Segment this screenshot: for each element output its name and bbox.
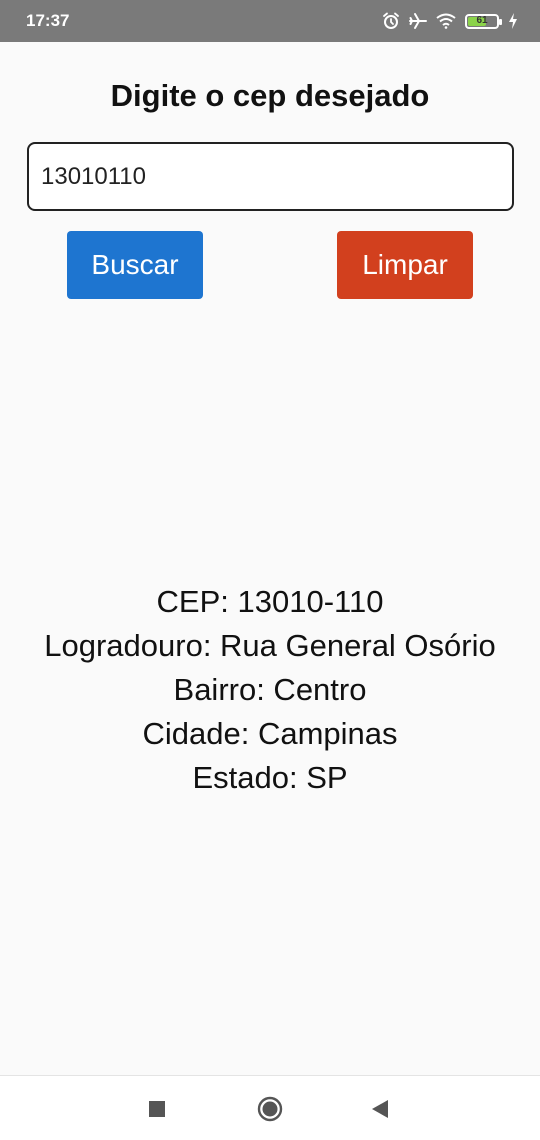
navigation-bar <box>0 1075 540 1140</box>
status-time: 17:37 <box>26 11 70 30</box>
result-estado: Estado: SP <box>192 760 348 795</box>
page-title: Digite o cep desejado <box>110 78 430 113</box>
result-cidade: Cidade: Campinas <box>142 716 398 751</box>
recents-square-icon[interactable] <box>148 1095 166 1123</box>
airplane-icon <box>409 13 427 29</box>
status-bar: 17:37 61 <box>0 0 540 42</box>
address-result: CEP: 13010-110 Logradouro: Rua General O… <box>0 580 540 800</box>
wifi-icon <box>436 13 456 29</box>
battery-level-text: 61 <box>476 15 488 26</box>
back-triangle-icon[interactable] <box>370 1095 390 1123</box>
result-bairro: Bairro: Centro <box>173 672 367 707</box>
limpar-button[interactable]: Limpar <box>337 231 473 299</box>
charging-icon <box>509 13 517 29</box>
home-circle-icon[interactable] <box>257 1095 283 1123</box>
status-icons: 61 <box>382 12 518 30</box>
alarm-icon <box>383 12 399 29</box>
cep-input[interactable] <box>27 142 514 211</box>
battery-icon: 61 <box>465 13 502 29</box>
result-logradouro: Logradouro: Rua General Osório <box>44 628 496 663</box>
result-cep: CEP: 13010-110 <box>156 584 384 619</box>
buscar-button[interactable]: Buscar <box>67 231 203 299</box>
